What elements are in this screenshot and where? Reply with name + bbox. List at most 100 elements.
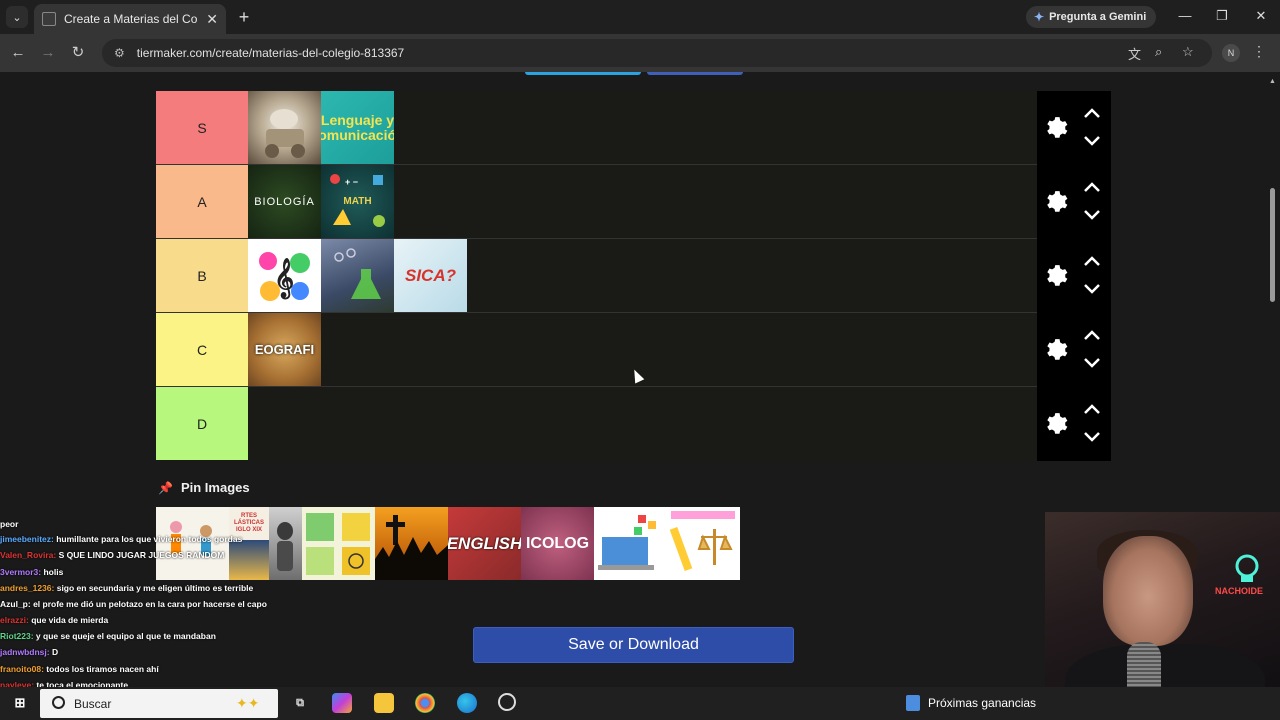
back-arrow-icon[interactable]: ← [8, 43, 28, 63]
tile-fisica[interactable]: SICA? [394, 239, 467, 312]
chat-username: andres_1236: [0, 583, 55, 594]
tier-label-d[interactable]: D [156, 387, 248, 460]
reload-icon[interactable]: ↻ [68, 43, 88, 63]
tech-grid-icon [306, 513, 370, 575]
pool-tile-psicologia-text: ICOLOG [525, 534, 590, 552]
move-up-chevron-icon[interactable] [1083, 107, 1101, 119]
settings-gear-icon[interactable] [1043, 337, 1069, 363]
chat-message: peor [0, 516, 275, 532]
new-tab-button[interactable]: + [234, 7, 254, 27]
neon-sign-text: NACHOIDE [1215, 586, 1263, 596]
taskbar-search-box[interactable]: Buscar ✦✦ [40, 689, 278, 718]
edge-icon[interactable] [457, 693, 477, 713]
task-view-icon[interactable]: ⧉ [290, 693, 310, 713]
pin-images-label: Pin Images [180, 480, 250, 495]
tile-math[interactable]: + − MATH [321, 165, 394, 238]
chat-message: jimeebenitez: humillante para los que vi… [0, 532, 275, 547]
windows-start-icon[interactable]: ⊞ [10, 693, 30, 713]
tile-biologia[interactable]: BIOLOGÍA [248, 165, 321, 238]
file-explorer-icon[interactable] [374, 693, 394, 713]
tile-historia[interactable] [248, 91, 321, 164]
tier-label-a[interactable]: A [156, 165, 248, 238]
tier-items-c[interactable]: EOGRAFI [248, 313, 321, 386]
top-button-edge-1[interactable] [525, 72, 641, 75]
zoom-icon[interactable]: ⌕ [1155, 44, 1162, 60]
move-up-chevron-icon[interactable] [1083, 255, 1101, 267]
tile-math-text: MATH [343, 196, 372, 207]
tile-musica[interactable]: 𝄞 [248, 239, 321, 312]
pool-tile-english[interactable]: ENGLISH [448, 507, 521, 580]
move-up-chevron-icon[interactable] [1083, 403, 1101, 415]
tiermaker-favicon-icon [42, 12, 56, 26]
kebab-menu-icon[interactable]: ⋮ [1252, 43, 1266, 60]
chat-text: holis [43, 566, 64, 577]
tile-geografia[interactable]: EOGRAFI [248, 313, 321, 386]
pool-tile-derecho[interactable] [667, 507, 740, 580]
forward-arrow-icon[interactable]: → [38, 43, 58, 63]
tab-search-chevron-icon[interactable]: ⌄ [6, 6, 28, 28]
pin-images-heading[interactable]: 📌 Pin Images [158, 480, 250, 495]
move-down-chevron-icon[interactable] [1083, 135, 1101, 147]
chat-text: D [51, 647, 59, 658]
minimize-icon[interactable]: — [1176, 8, 1194, 23]
obs-icon[interactable] [498, 693, 516, 711]
copilot-icon[interactable] [332, 693, 352, 713]
tab-close-icon[interactable]: ✕ [206, 11, 218, 28]
scroll-up-icon[interactable]: ▲ [1269, 78, 1276, 85]
streamer-head [1103, 536, 1193, 646]
svg-text:+ −: + − [345, 177, 358, 187]
pool-tile-tecnologia[interactable] [302, 507, 375, 580]
taskbar-widget-label: Próximas ganancias [928, 696, 1037, 710]
pool-tile-english-text: ENGLISH [448, 533, 521, 553]
tab-title: Create a Materias del Colegio. T [64, 12, 198, 26]
move-down-chevron-icon[interactable] [1083, 209, 1101, 221]
top-button-edge-2[interactable] [647, 72, 743, 75]
restore-icon[interactable]: ❐ [1213, 8, 1231, 24]
pool-tile-religion[interactable] [375, 507, 448, 580]
settings-gear-icon[interactable] [1043, 411, 1069, 437]
browser-tab-active[interactable]: Create a Materias del Colegio. T ✕ [34, 4, 226, 34]
tier-items-s[interactable]: Lenguaje y comunicación [248, 91, 394, 164]
tier-label-c[interactable]: C [156, 313, 248, 386]
scrollbar-thumb[interactable] [1270, 188, 1275, 302]
save-or-download-button[interactable]: Save or Download [473, 627, 794, 663]
pool-tile-computacion[interactable] [594, 507, 667, 580]
settings-gear-icon[interactable] [1043, 263, 1069, 289]
chat-message: Azul_p: el profe me dió un pelotazo en l… [0, 597, 275, 612]
taskbar-search-placeholder: Buscar [74, 696, 112, 711]
tier-row-b: B 𝄞 SICA? [156, 239, 1111, 313]
bookmark-star-icon[interactable]: ☆ [1182, 44, 1194, 60]
tier-items-a[interactable]: BIOLOGÍA + − MATH [248, 165, 394, 238]
profile-avatar[interactable]: N [1222, 44, 1240, 62]
top-buttons-strip [525, 72, 743, 75]
gemini-label: Pregunta a Gemini [1049, 11, 1147, 23]
chat-text: S QUE LINDO JUGAR JUEGOS RANDOM [58, 550, 225, 561]
taskbar-widget[interactable]: Próximas ganancias [906, 695, 1036, 711]
move-down-chevron-icon[interactable] [1083, 283, 1101, 295]
laptop-apps-icon [598, 515, 656, 570]
tile-quimica[interactable] [321, 239, 394, 312]
pushpin-icon: 📌 [158, 480, 173, 495]
gemini-sparkle-icon: ✦ [1034, 10, 1045, 24]
tile-lenguaje[interactable]: Lenguaje y comunicación [321, 91, 394, 164]
tile-geografia-text: EOGRAFI [254, 342, 315, 357]
svg-text:𝄞: 𝄞 [274, 258, 294, 300]
address-bar[interactable]: ⚙ tiermaker.com/create/materias-del-cole… [102, 39, 1212, 67]
statue-image-icon [265, 109, 305, 158]
move-down-chevron-icon[interactable] [1083, 357, 1101, 369]
pool-tile-psicologia[interactable]: ICOLOG [521, 507, 594, 580]
translate-icon[interactable]: 文 [1128, 44, 1141, 63]
settings-gear-icon[interactable] [1043, 115, 1069, 141]
move-up-chevron-icon[interactable] [1083, 181, 1101, 193]
settings-gear-icon[interactable] [1043, 189, 1069, 215]
screen: ⌄ Create a Materias del Colegio. T ✕ + ✦… [0, 0, 1280, 720]
move-down-chevron-icon[interactable] [1083, 431, 1101, 443]
site-info-icon[interactable]: ⚙ [114, 46, 125, 60]
gemini-button[interactable]: ✦ Pregunta a Gemini [1026, 6, 1156, 28]
tier-label-b[interactable]: B [156, 239, 248, 312]
move-up-chevron-icon[interactable] [1083, 329, 1101, 341]
close-window-icon[interactable]: ✕ [1252, 8, 1270, 24]
chrome-icon[interactable] [415, 693, 435, 713]
tier-items-b[interactable]: 𝄞 SICA? [248, 239, 467, 312]
tier-label-s[interactable]: S [156, 91, 248, 164]
